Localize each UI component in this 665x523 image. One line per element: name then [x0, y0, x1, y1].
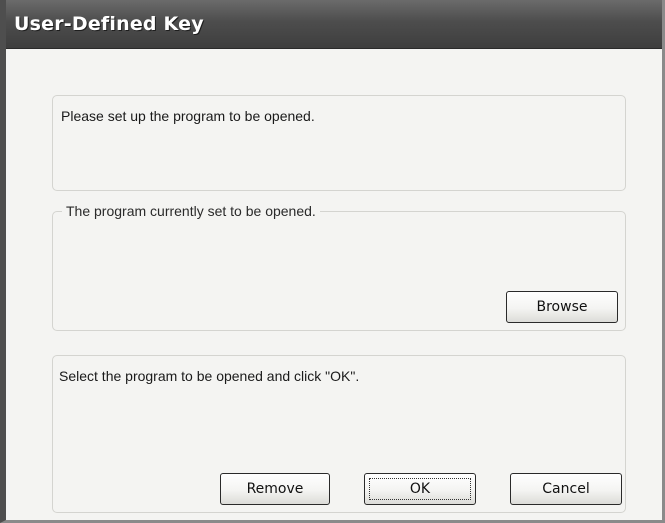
cancel-button[interactable]: Cancel	[510, 473, 622, 505]
window-title: User-Defined Key	[14, 13, 204, 35]
remove-button-label: Remove	[246, 481, 304, 497]
title-bar[interactable]: User-Defined Key	[6, 0, 662, 49]
select-message: Select the program to be opened and clic…	[59, 368, 360, 384]
browse-button-label: Browse	[536, 299, 588, 315]
setup-message: Please set up the program to be opened.	[61, 108, 315, 124]
remove-button[interactable]: Remove	[220, 473, 330, 505]
browse-button[interactable]: Browse	[506, 291, 618, 323]
dialog-window: User-Defined Key Please set up the progr…	[0, 0, 665, 523]
cancel-button-label: Cancel	[542, 481, 590, 497]
setup-panel: Please set up the program to be opened.	[52, 95, 626, 191]
current-program-caption: The program currently set to be opened.	[62, 203, 320, 219]
ok-button-label: OK	[409, 481, 431, 497]
ok-button[interactable]: OK	[364, 473, 476, 505]
dialog-body: Please set up the program to be opened. …	[6, 49, 662, 520]
